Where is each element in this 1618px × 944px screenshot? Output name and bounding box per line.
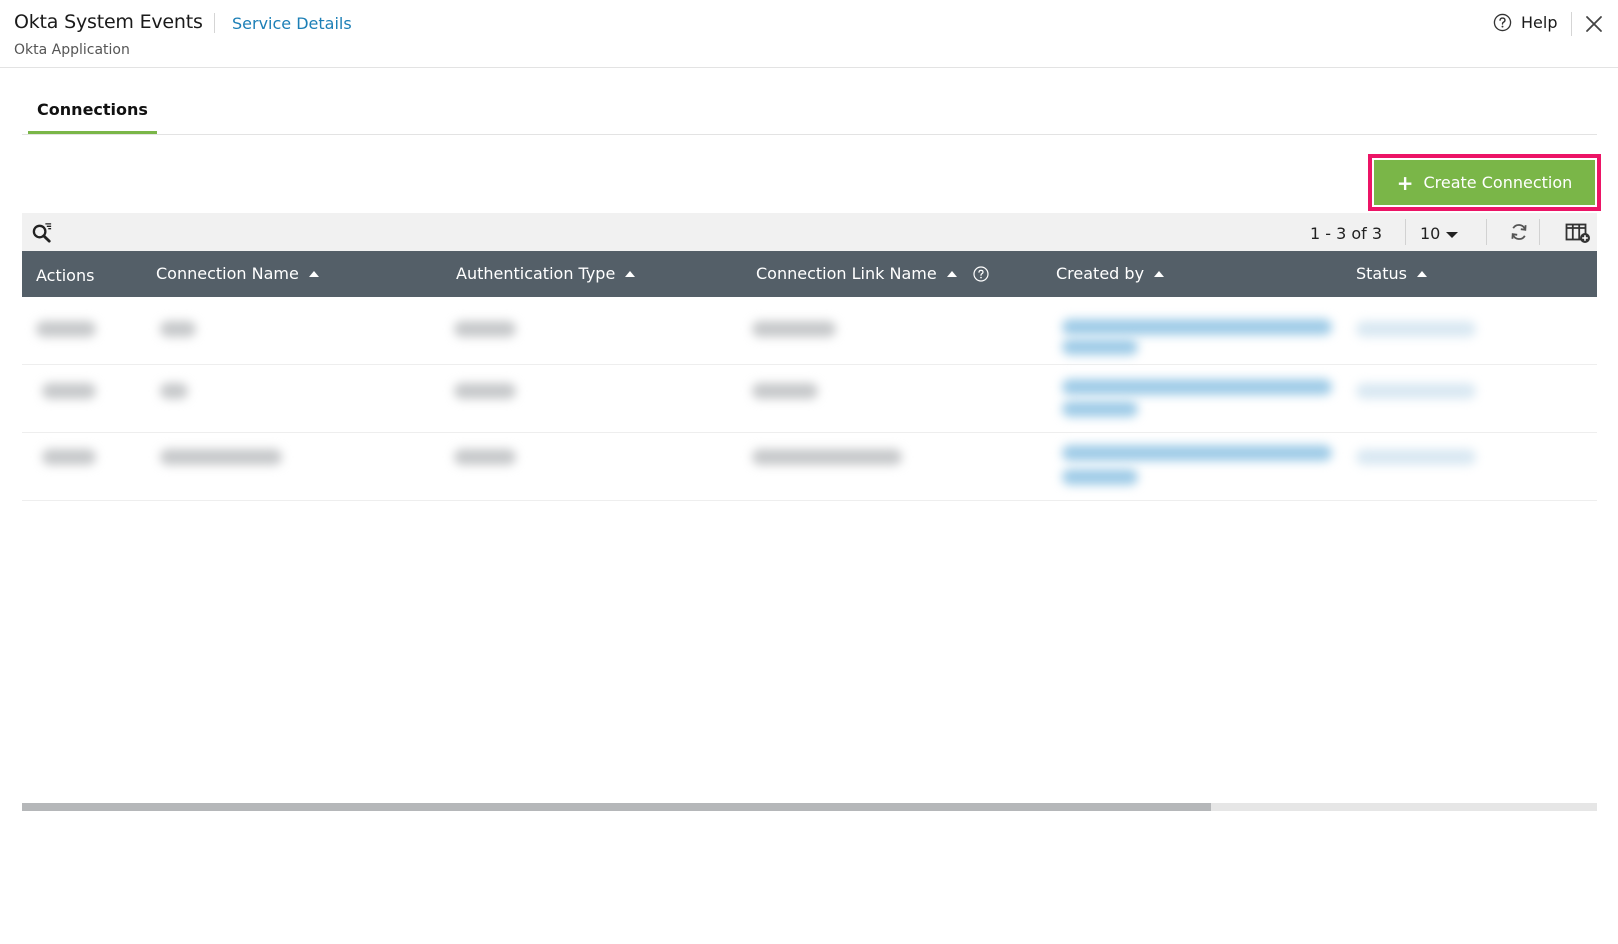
- column-header-label: Connection Link Name: [756, 264, 937, 283]
- toolbar-divider: [1486, 219, 1487, 245]
- sort-asc-icon[interactable]: [946, 271, 957, 277]
- table-row[interactable]: [22, 297, 1597, 365]
- column-header-label: Connection Name: [156, 264, 299, 283]
- help-button[interactable]: Help: [1493, 13, 1557, 32]
- app-title: Okta System Events: [14, 11, 203, 33]
- redacted-cell: [1062, 339, 1138, 355]
- redacted-cell: [1062, 401, 1138, 417]
- column-header-label: Authentication Type: [456, 264, 616, 283]
- sort-asc-icon[interactable]: [625, 271, 636, 277]
- table-toolbar: 1 - 3 of 3 10: [22, 213, 1597, 251]
- search-filter-icon[interactable]: [31, 221, 54, 244]
- sort-asc-icon[interactable]: [1416, 271, 1427, 277]
- redacted-cell: [752, 383, 818, 399]
- redacted-cell: [160, 383, 188, 399]
- redacted-cell: [160, 449, 282, 465]
- redacted-cell: [1356, 449, 1476, 465]
- redacted-cell: [1062, 379, 1332, 395]
- caret-down-icon: [1446, 224, 1459, 243]
- toolbar-divider: [1405, 219, 1406, 245]
- redacted-cell: [1062, 445, 1332, 461]
- create-connection-label: Create Connection: [1423, 173, 1573, 192]
- column-add-icon[interactable]: [1565, 222, 1591, 244]
- sort-asc-icon[interactable]: [308, 271, 319, 277]
- redacted-cell: [42, 383, 96, 399]
- column-header-connection-name[interactable]: Connection Name: [156, 264, 319, 283]
- column-header-status[interactable]: Status: [1356, 264, 1427, 283]
- pager-text: 1 - 3 of 3: [1310, 224, 1383, 243]
- service-details-link[interactable]: Service Details: [232, 14, 352, 33]
- title-divider: [214, 13, 215, 33]
- table-row[interactable]: [22, 365, 1597, 433]
- page-size-value: 10: [1420, 224, 1441, 243]
- close-icon[interactable]: [1584, 14, 1604, 34]
- redacted-cell: [1356, 321, 1476, 337]
- page-size-select[interactable]: 10: [1420, 224, 1459, 243]
- tab-connections[interactable]: Connections: [28, 92, 157, 134]
- table-header: Actions Connection Name Authentication T…: [22, 251, 1597, 297]
- column-header-label: Status: [1356, 264, 1407, 283]
- app-subtitle: Okta Application: [14, 42, 130, 58]
- plus-icon: +: [1396, 170, 1414, 195]
- redacted-cell: [752, 321, 836, 337]
- toolbar-divider: [1539, 219, 1540, 245]
- tab-bar: Connections: [22, 92, 1597, 135]
- horizontal-scrollbar[interactable]: [22, 803, 1597, 811]
- help-label: Help: [1521, 13, 1558, 32]
- column-header-connection-link-name[interactable]: Connection Link Name: [756, 264, 989, 283]
- redacted-cell: [752, 449, 902, 465]
- table-row[interactable]: [22, 433, 1597, 501]
- redacted-cell: [1356, 383, 1476, 399]
- column-header-created-by[interactable]: Created by: [1056, 264, 1165, 283]
- refresh-icon[interactable]: [1509, 222, 1529, 242]
- redacted-cell: [1062, 319, 1332, 335]
- table-body: [22, 297, 1597, 507]
- create-connection-button[interactable]: + Create Connection: [1374, 160, 1595, 205]
- column-header-label: Created by: [1056, 264, 1145, 283]
- help-circle-icon: [1493, 13, 1512, 32]
- redacted-cell: [42, 449, 96, 465]
- column-header-authentication-type[interactable]: Authentication Type: [456, 264, 636, 283]
- redacted-cell: [1062, 469, 1138, 485]
- column-header-label: Actions: [36, 266, 95, 285]
- page-header: Okta System Events Service Details Okta …: [0, 0, 1618, 68]
- sort-asc-icon[interactable]: [1154, 271, 1165, 277]
- redacted-cell: [454, 321, 516, 337]
- question-icon[interactable]: [973, 265, 989, 282]
- redacted-cell: [454, 449, 516, 465]
- redacted-cell: [454, 383, 516, 399]
- scrollbar-thumb[interactable]: [22, 803, 1211, 811]
- header-divider: [1571, 12, 1572, 36]
- redacted-cell: [160, 321, 196, 337]
- redacted-cell: [36, 321, 96, 337]
- column-header-actions: Actions: [36, 266, 94, 285]
